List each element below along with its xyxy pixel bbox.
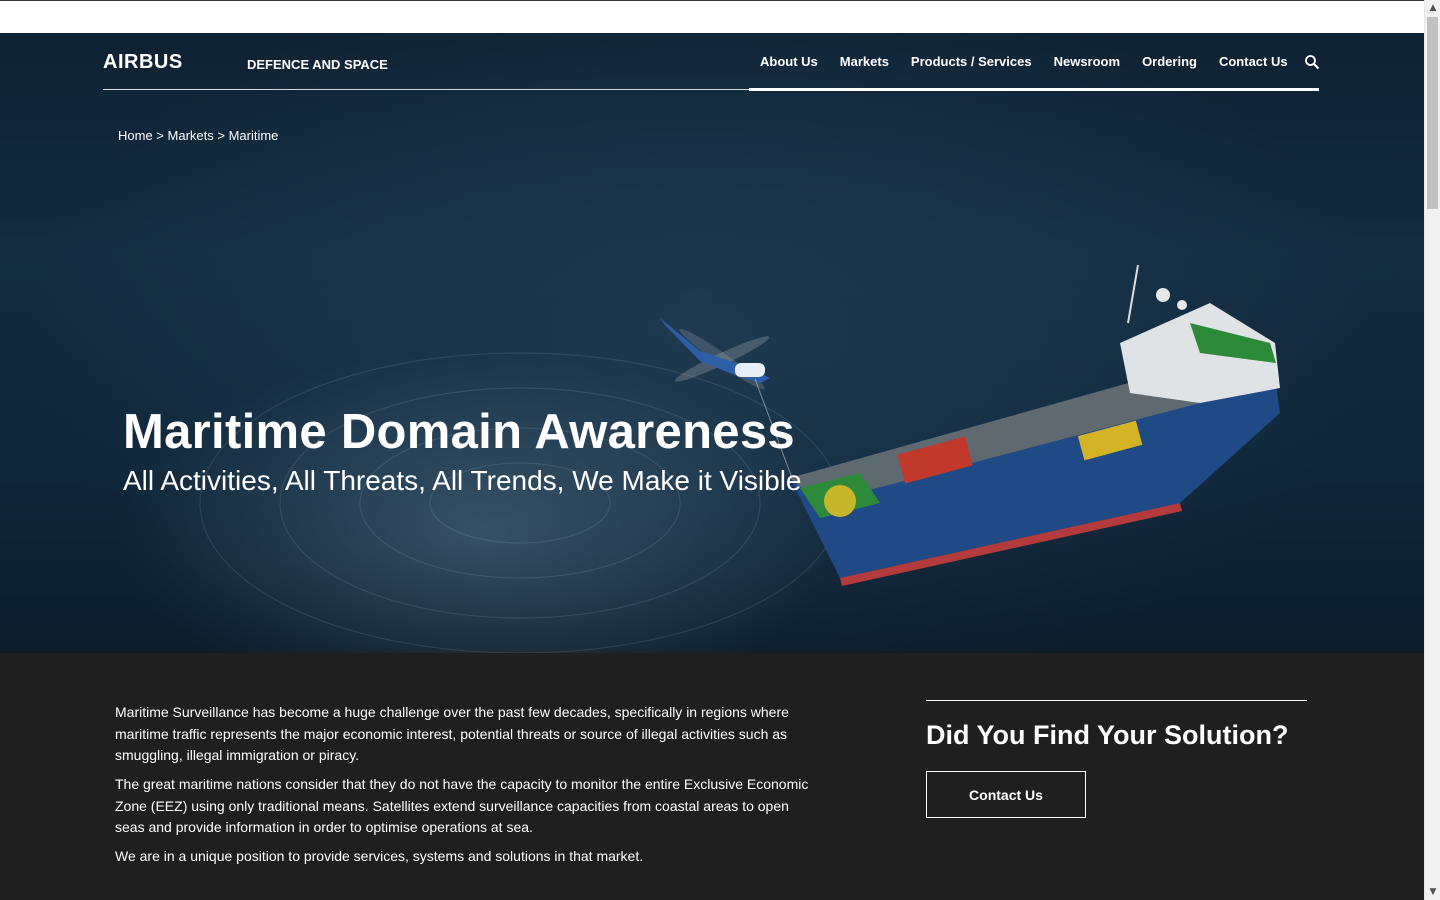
site-header: AIRBUS DEFENCE AND SPACE About Us Market… bbox=[103, 33, 1320, 91]
intro-paragraph: Maritime Surveillance has become a huge … bbox=[115, 704, 789, 764]
cta-divider bbox=[926, 700, 1307, 701]
main-nav: About Us Markets Products / Services New… bbox=[760, 54, 1310, 69]
browser-top-strip bbox=[0, 0, 1424, 33]
page-scrollbar[interactable]: ▲ ▼ bbox=[1424, 0, 1440, 900]
solution-cta: Did You Find Your Solution? Contact Us bbox=[926, 700, 1307, 818]
intro-section: Maritime Surveillance has become a huge … bbox=[0, 653, 1424, 900]
breadcrumb-markets[interactable]: Markets bbox=[168, 128, 214, 143]
nav-contact-us[interactable]: Contact Us bbox=[1219, 54, 1288, 69]
search-icon[interactable] bbox=[1304, 54, 1320, 70]
intro-paragraph: The great maritime nations consider that… bbox=[115, 776, 809, 836]
ship-image bbox=[790, 264, 1280, 586]
breadcrumb-separator: > bbox=[213, 128, 229, 143]
page-subtitle: All Activities, All Threats, All Trends,… bbox=[123, 465, 802, 496]
breadcrumb-current: Maritime bbox=[228, 128, 279, 143]
hero-image-sea bbox=[199, 264, 1280, 653]
nav-ordering[interactable]: Ordering bbox=[1142, 54, 1197, 69]
division-label: DEFENCE AND SPACE bbox=[247, 57, 388, 72]
nav-markets[interactable]: Markets bbox=[840, 54, 889, 69]
hero-banner bbox=[0, 33, 1424, 653]
chevron-down-icon[interactable]: ▼ bbox=[1425, 884, 1440, 900]
airbus-logo[interactable]: AIRBUS bbox=[103, 51, 183, 74]
scrollbar-thumb[interactable] bbox=[1427, 17, 1438, 209]
nav-active-underline bbox=[749, 88, 1319, 91]
page-title: Maritime Domain Awareness bbox=[123, 405, 795, 459]
chevron-up-icon[interactable]: ▲ bbox=[1425, 0, 1440, 16]
intro-paragraph: We are in a unique position to provide s… bbox=[115, 848, 644, 864]
nav-newsroom[interactable]: Newsroom bbox=[1054, 54, 1120, 69]
contact-us-button[interactable]: Contact Us bbox=[926, 771, 1086, 818]
cta-heading: Did You Find Your Solution? bbox=[926, 720, 1289, 750]
nav-products-services[interactable]: Products / Services bbox=[911, 54, 1032, 69]
breadcrumb-separator: > bbox=[152, 128, 168, 143]
nav-about-us[interactable]: About Us bbox=[760, 54, 818, 69]
breadcrumb: Home > Markets > Maritime bbox=[118, 128, 278, 143]
breadcrumb-home[interactable]: Home bbox=[118, 128, 153, 143]
